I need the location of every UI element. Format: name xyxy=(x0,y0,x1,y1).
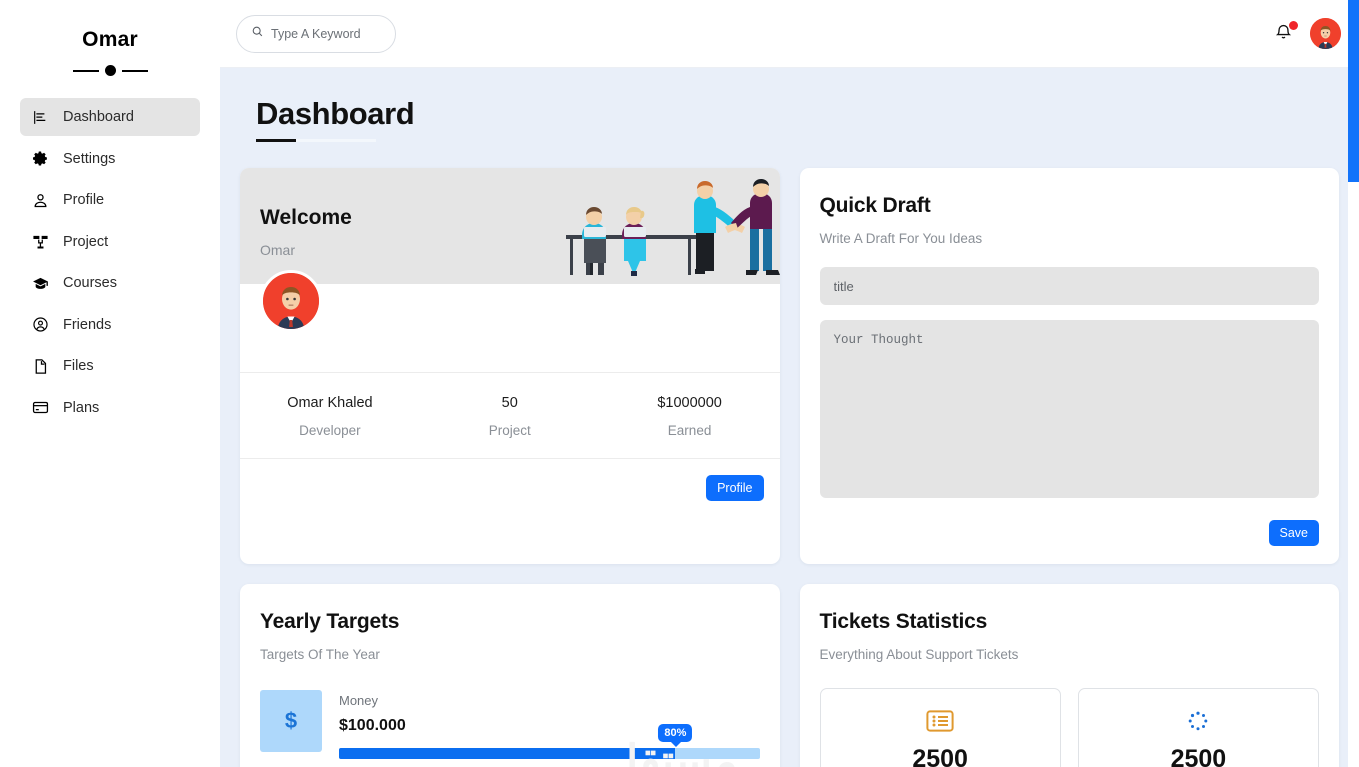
topbar xyxy=(220,0,1359,68)
quick-draft-title: Quick Draft xyxy=(820,194,1320,218)
target-label: Money xyxy=(339,693,760,708)
sidebar: Omar Dashboard Settings Profile Project xyxy=(0,0,220,767)
quick-draft-subtitle: Write A Draft For You Ideas xyxy=(820,231,1320,246)
brand-title: Omar xyxy=(0,28,220,52)
gear-icon xyxy=(32,150,49,167)
yearly-targets-subtitle: Targets Of The Year xyxy=(260,647,760,662)
sitemap-icon xyxy=(32,233,49,250)
sidebar-item-courses[interactable]: Courses xyxy=(20,264,200,302)
yearly-targets-card: Yearly Targets Targets Of The Year $ Mon… xyxy=(240,584,780,767)
spinner-icon xyxy=(1079,706,1318,736)
brand-divider xyxy=(0,65,220,76)
progress-track xyxy=(339,748,760,759)
underline-light xyxy=(296,139,376,142)
target-body: Money $100.000 80% xyxy=(339,690,760,759)
sidebar-item-label: Project xyxy=(63,234,108,250)
app-root: Omar Dashboard Settings Profile Project xyxy=(0,0,1359,767)
welcome-stat-label: Developer xyxy=(240,423,420,438)
notification-badge xyxy=(1289,21,1298,30)
welcome-card: Welcome Omar xyxy=(240,168,780,564)
vertical-scrollbar[interactable] xyxy=(1348,0,1359,767)
sidebar-item-settings[interactable]: Settings xyxy=(20,140,200,178)
file-icon xyxy=(32,358,49,375)
welcome-stat-label: Earned xyxy=(600,423,780,438)
user-circle-icon xyxy=(32,316,49,333)
sidebar-item-label: Settings xyxy=(63,151,115,167)
target-value: $100.000 xyxy=(339,717,760,735)
notifications-button[interactable] xyxy=(1274,22,1296,46)
draft-thought-textarea[interactable] xyxy=(820,320,1320,498)
quick-draft-footer: Save xyxy=(820,520,1320,546)
welcome-header: Welcome Omar xyxy=(240,168,780,284)
quick-draft-card: Quick Draft Write A Draft For You Ideas … xyxy=(800,168,1340,564)
welcome-text: Welcome Omar xyxy=(260,206,352,258)
search-box[interactable] xyxy=(236,15,396,53)
tickets-statistics-card: Tickets Statistics Everything About Supp… xyxy=(800,584,1340,767)
dashboard-grid: Welcome Omar xyxy=(236,168,1343,767)
welcome-subheading: Omar xyxy=(260,242,352,258)
search-icon xyxy=(251,25,264,43)
welcome-stat-value: Omar Khaled xyxy=(240,395,420,411)
list-card-icon xyxy=(821,706,1060,736)
sidebar-item-label: Files xyxy=(63,358,94,374)
progress-fill xyxy=(339,748,675,759)
teamwork-illustration-icon xyxy=(560,175,780,285)
ticket-stat-box: 2500 xyxy=(1078,688,1319,767)
draft-title-input[interactable] xyxy=(820,267,1320,305)
sidebar-item-plans[interactable]: Plans xyxy=(20,389,200,427)
divider-line-left xyxy=(73,70,99,72)
welcome-stat: 50 Project xyxy=(420,395,600,438)
target-percent-badge: 80% xyxy=(658,724,692,742)
welcome-heading: Welcome xyxy=(260,206,352,230)
welcome-avatar-area xyxy=(240,284,780,373)
sidebar-item-dashboard[interactable]: Dashboard xyxy=(20,98,200,136)
tickets-grid: 2500 xyxy=(820,688,1320,767)
sidebar-item-label: Dashboard xyxy=(63,109,134,125)
divider-dot xyxy=(105,65,116,76)
save-button[interactable]: Save xyxy=(1269,520,1320,546)
welcome-stat-label: Project xyxy=(420,423,600,438)
graduation-cap-icon xyxy=(32,275,49,292)
ticket-stat-box: 2500 xyxy=(820,688,1061,767)
tickets-title: Tickets Statistics xyxy=(820,610,1320,634)
sidebar-item-label: Friends xyxy=(63,317,111,333)
topbar-actions xyxy=(1274,18,1341,49)
credit-card-icon xyxy=(32,399,49,416)
welcome-footer: Profile xyxy=(240,459,780,501)
page-title: Dashboard xyxy=(236,68,1343,142)
welcome-stat: $1000000 Earned xyxy=(600,395,780,438)
scrollbar-thumb[interactable] xyxy=(1348,0,1359,182)
sidebar-item-label: Plans xyxy=(63,400,99,416)
ticket-stat-value: 2500 xyxy=(1079,745,1318,767)
target-row: $ Money $100.000 80% xyxy=(260,690,760,759)
profile-button[interactable]: Profile xyxy=(706,475,763,501)
sidebar-item-label: Profile xyxy=(63,192,104,208)
underline-dark xyxy=(256,139,296,142)
target-progress: 80% xyxy=(339,748,760,759)
sidebar-nav: Dashboard Settings Profile Project Cours… xyxy=(0,98,220,427)
user-icon xyxy=(32,192,49,209)
ticket-stat-value: 2500 xyxy=(821,745,1060,767)
main-pane: Dashboard Welcome Omar xyxy=(220,0,1359,767)
yearly-targets-title: Yearly Targets xyxy=(260,610,760,634)
divider-line-right xyxy=(122,70,148,72)
welcome-stat-value: $1000000 xyxy=(600,395,780,411)
welcome-stat-value: 50 xyxy=(420,395,600,411)
welcome-avatar xyxy=(260,270,322,332)
sidebar-item-project[interactable]: Project xyxy=(20,223,200,261)
search-input[interactable] xyxy=(271,27,381,41)
tickets-subtitle: Everything About Support Tickets xyxy=(820,647,1320,662)
sidebar-item-files[interactable]: Files xyxy=(20,347,200,385)
page-title-underline xyxy=(256,139,376,142)
sidebar-item-friends[interactable]: Friends xyxy=(20,306,200,344)
welcome-stats: Omar Khaled Developer 50 Project $100000… xyxy=(240,373,780,459)
sidebar-item-profile[interactable]: Profile xyxy=(20,181,200,219)
dollar-icon: $ xyxy=(260,690,322,752)
page-title-text: Dashboard xyxy=(256,96,1323,132)
welcome-stat: Omar Khaled Developer xyxy=(240,395,420,438)
avatar[interactable] xyxy=(1310,18,1341,49)
chart-bar-icon xyxy=(32,109,49,126)
sidebar-item-label: Courses xyxy=(63,275,117,291)
content-area: Dashboard Welcome Omar xyxy=(220,68,1359,767)
